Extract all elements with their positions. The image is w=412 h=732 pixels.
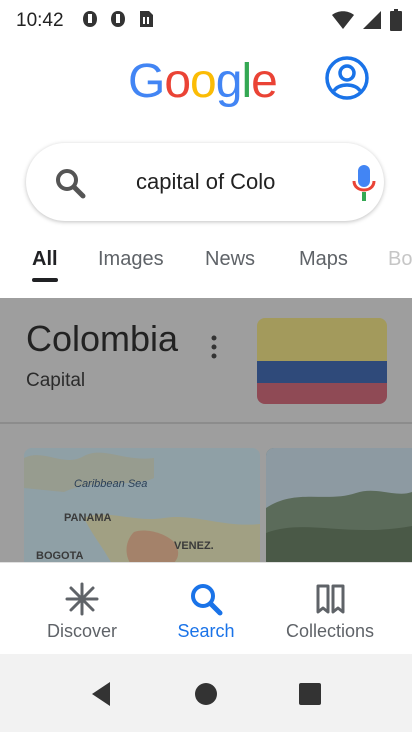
account-circle-icon[interactable] bbox=[324, 55, 370, 101]
tab-books[interactable]: Bo bbox=[388, 248, 412, 271]
tab-news[interactable]: News bbox=[205, 248, 255, 271]
map-label-bogota: BOGOTA bbox=[36, 550, 84, 562]
logo-letter: e bbox=[251, 55, 278, 108]
nav-search-label: Search bbox=[177, 621, 235, 641]
nav-discover-label: Discover bbox=[46, 621, 117, 641]
bottom-navigation: Discover Search Collections bbox=[0, 562, 412, 655]
microphone-icon[interactable] bbox=[352, 163, 376, 203]
logo-letter: o bbox=[190, 55, 217, 108]
logo-letter: G bbox=[128, 55, 165, 108]
sim-card-icon bbox=[140, 11, 153, 27]
back-icon[interactable] bbox=[86, 678, 118, 710]
tab-all[interactable]: All bbox=[32, 248, 58, 271]
search-input[interactable]: capital of Colo bbox=[136, 169, 275, 195]
landscape-graphic bbox=[266, 448, 412, 562]
logo-letter: o bbox=[164, 55, 191, 108]
nav-discover[interactable]: Discover bbox=[22, 563, 142, 655]
map-label-sea: Caribbean Sea bbox=[74, 478, 148, 490]
map-label-venezuela: VENEZ. bbox=[174, 540, 214, 552]
more-options-icon[interactable] bbox=[204, 334, 224, 360]
tab-maps[interactable]: Maps bbox=[299, 248, 348, 271]
search-bar[interactable]: capital of Colo bbox=[26, 143, 384, 221]
status-bar: 10:42 bbox=[0, 0, 412, 40]
tab-images[interactable]: Images bbox=[98, 248, 164, 271]
search-icon bbox=[191, 584, 223, 616]
home-icon[interactable] bbox=[190, 678, 222, 710]
logo-letter: l bbox=[241, 55, 252, 108]
colombia-flag bbox=[257, 318, 387, 404]
notification-icon bbox=[83, 11, 97, 27]
answer-subtitle: Capital bbox=[26, 370, 86, 391]
map-label-panama: PANAMA bbox=[64, 512, 112, 524]
map-graphic bbox=[24, 448, 260, 562]
nav-search[interactable]: Search bbox=[146, 563, 266, 655]
answer-title: Colombia bbox=[26, 318, 179, 359]
landscape-photo[interactable] bbox=[266, 448, 412, 562]
divider bbox=[0, 422, 412, 424]
nav-collections[interactable]: Collections bbox=[270, 563, 390, 655]
search-icon[interactable] bbox=[54, 167, 86, 199]
collections-icon bbox=[316, 584, 345, 614]
signal-icon bbox=[363, 11, 381, 29]
notification-icon bbox=[111, 11, 125, 27]
results-area: Colombia Capital Caribbean Sea PANAMA BO… bbox=[0, 298, 412, 562]
google-logo: Google bbox=[128, 54, 278, 109]
nav-collections-label: Collections bbox=[285, 621, 375, 641]
logo-letter: g bbox=[215, 55, 243, 108]
battery-icon bbox=[390, 9, 402, 31]
map-image[interactable]: Caribbean Sea PANAMA BOGOTA VENEZ. bbox=[24, 448, 260, 562]
recents-icon[interactable] bbox=[294, 678, 326, 710]
wifi-icon bbox=[332, 11, 354, 29]
status-time: 10:42 bbox=[16, 10, 64, 31]
active-tab-indicator bbox=[32, 278, 58, 282]
answer-card[interactable]: Colombia Capital bbox=[0, 298, 412, 422]
asterisk-icon bbox=[65, 582, 99, 616]
system-navigation-bar bbox=[0, 654, 412, 732]
